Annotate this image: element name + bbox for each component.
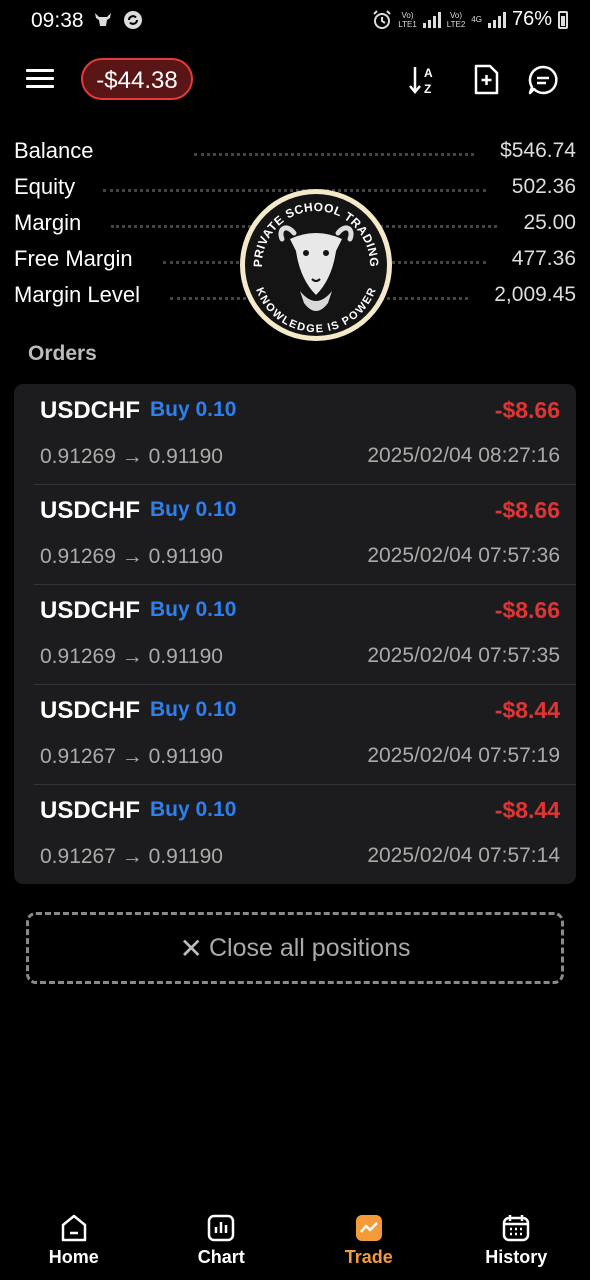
nav-history[interactable]: History bbox=[443, 1200, 590, 1280]
balance-row: Balance $546.74 bbox=[14, 133, 576, 169]
order-time: 2025/02/04 07:57:36 bbox=[367, 544, 560, 567]
order-symbol: USDCHF bbox=[40, 397, 140, 424]
order-symbol: USDCHF bbox=[40, 797, 140, 824]
dot-leader bbox=[193, 143, 475, 156]
close-icon: ✕ bbox=[179, 932, 203, 964]
order-side: Buy 0.10 bbox=[150, 598, 237, 621]
sim1-signal-icon bbox=[422, 11, 441, 28]
order-time: 2025/02/04 07:57:35 bbox=[367, 644, 560, 667]
svg-text:Z: Z bbox=[424, 82, 431, 96]
alarm-icon bbox=[373, 9, 391, 29]
nav-trade[interactable]: Trade bbox=[295, 1200, 443, 1280]
home-icon bbox=[61, 1214, 86, 1242]
order-row[interactable]: USDCHF Buy 0.10 -$8.66 0.91269 → 0.91190… bbox=[14, 484, 576, 584]
battery-percent: 76% bbox=[511, 8, 552, 30]
nav-home-label: Home bbox=[48, 1247, 99, 1267]
balance-label: Balance bbox=[14, 138, 94, 163]
order-symbol: USDCHF bbox=[40, 497, 140, 524]
order-profit: -$8.44 bbox=[494, 697, 560, 723]
chat-icon[interactable] bbox=[526, 63, 560, 97]
chart-icon bbox=[208, 1214, 235, 1242]
free-margin-value: 477.36 bbox=[511, 247, 576, 270]
order-side: Buy 0.10 bbox=[150, 498, 237, 521]
order-time: 2025/02/04 08:27:16 bbox=[367, 444, 560, 467]
order-row[interactable]: USDCHF Buy 0.10 -$8.44 0.91267 → 0.91190… bbox=[14, 784, 576, 884]
floating-pnl-badge[interactable]: -$44.38 bbox=[81, 58, 193, 100]
sync-icon bbox=[124, 11, 142, 29]
margin-label: Margin bbox=[14, 210, 82, 235]
bottom-nav: Home Chart Trade History bbox=[0, 1200, 590, 1280]
calendar-icon bbox=[503, 1215, 530, 1242]
order-prices: 0.91269 → 0.91190 bbox=[40, 445, 223, 468]
nav-history-label: History bbox=[485, 1247, 548, 1267]
sim1-label: Vo) LTE1 bbox=[398, 10, 417, 29]
menu-icon[interactable] bbox=[26, 69, 54, 91]
sort-az-icon[interactable]: A Z bbox=[407, 63, 441, 97]
order-row[interactable]: USDCHF Buy 0.10 -$8.66 0.91269 → 0.91190… bbox=[14, 384, 576, 484]
order-profit: -$8.44 bbox=[494, 797, 560, 823]
margin-level-value: 2,009.45 bbox=[494, 283, 576, 306]
sim2-network: 4G bbox=[471, 15, 482, 24]
order-prices: 0.91269 → 0.91190 bbox=[40, 645, 223, 668]
svg-text:A: A bbox=[424, 66, 433, 80]
margin-value: 25.00 bbox=[523, 211, 576, 234]
status-bar: 09:38 Vo) LTE1 Vo) LTE2 4G 76% bbox=[0, 0, 590, 42]
orders-heading: Orders bbox=[28, 342, 97, 365]
free-margin-label: Free Margin bbox=[14, 246, 133, 271]
equity-value: 502.36 bbox=[511, 175, 576, 198]
balance-value: $546.74 bbox=[500, 139, 576, 162]
order-prices: 0.91269 → 0.91190 bbox=[40, 545, 223, 568]
order-row[interactable]: USDCHF Buy 0.10 -$8.66 0.91269 → 0.91190… bbox=[14, 584, 576, 684]
close-all-positions-button[interactable]: ✕ Close all positions bbox=[26, 912, 564, 984]
add-document-icon[interactable] bbox=[469, 63, 503, 97]
status-time: 09:38 bbox=[31, 9, 84, 32]
order-side: Buy 0.10 bbox=[150, 798, 237, 821]
nav-home[interactable]: Home bbox=[0, 1200, 148, 1280]
sim2-signal-icon bbox=[487, 11, 506, 28]
order-side: Buy 0.10 bbox=[150, 698, 237, 721]
order-symbol: USDCHF bbox=[40, 597, 140, 624]
sim2-label: Vo) LTE2 bbox=[446, 10, 466, 29]
order-profit: -$8.66 bbox=[494, 597, 560, 623]
nav-trade-label: Trade bbox=[344, 1247, 393, 1267]
margin-level-label: Margin Level bbox=[14, 282, 140, 307]
order-prices: 0.91267 → 0.91190 bbox=[40, 745, 223, 768]
order-symbol: USDCHF bbox=[40, 697, 140, 724]
top-bar: -$44.38 A Z bbox=[0, 55, 590, 107]
order-time: 2025/02/04 07:57:19 bbox=[367, 744, 560, 767]
order-profit: -$8.66 bbox=[494, 497, 560, 523]
close-all-label: Close all positions bbox=[208, 933, 411, 962]
battery-icon bbox=[558, 10, 568, 29]
order-side: Buy 0.10 bbox=[150, 398, 237, 421]
trade-icon bbox=[355, 1215, 382, 1241]
status-right: Vo) LTE1 Vo) LTE2 4G 76% bbox=[372, 8, 568, 31]
equity-label: Equity bbox=[14, 174, 76, 199]
order-row[interactable]: USDCHF Buy 0.10 -$8.44 0.91267 → 0.91190… bbox=[14, 684, 576, 784]
order-time: 2025/02/04 07:57:14 bbox=[367, 844, 560, 867]
order-prices: 0.91267 → 0.91190 bbox=[40, 845, 223, 868]
nav-chart-label: Chart bbox=[197, 1247, 245, 1267]
status-left-icons bbox=[92, 9, 144, 31]
school-logo-watermark: PRIVATE SCHOOL TRADING KNOWLEDGE IS POWE… bbox=[240, 189, 392, 341]
order-profit: -$8.66 bbox=[494, 397, 560, 423]
nav-chart[interactable]: Chart bbox=[148, 1200, 296, 1280]
orders-list: USDCHF Buy 0.10 -$8.66 0.91269 → 0.91190… bbox=[14, 384, 576, 884]
bull-icon bbox=[95, 13, 111, 26]
